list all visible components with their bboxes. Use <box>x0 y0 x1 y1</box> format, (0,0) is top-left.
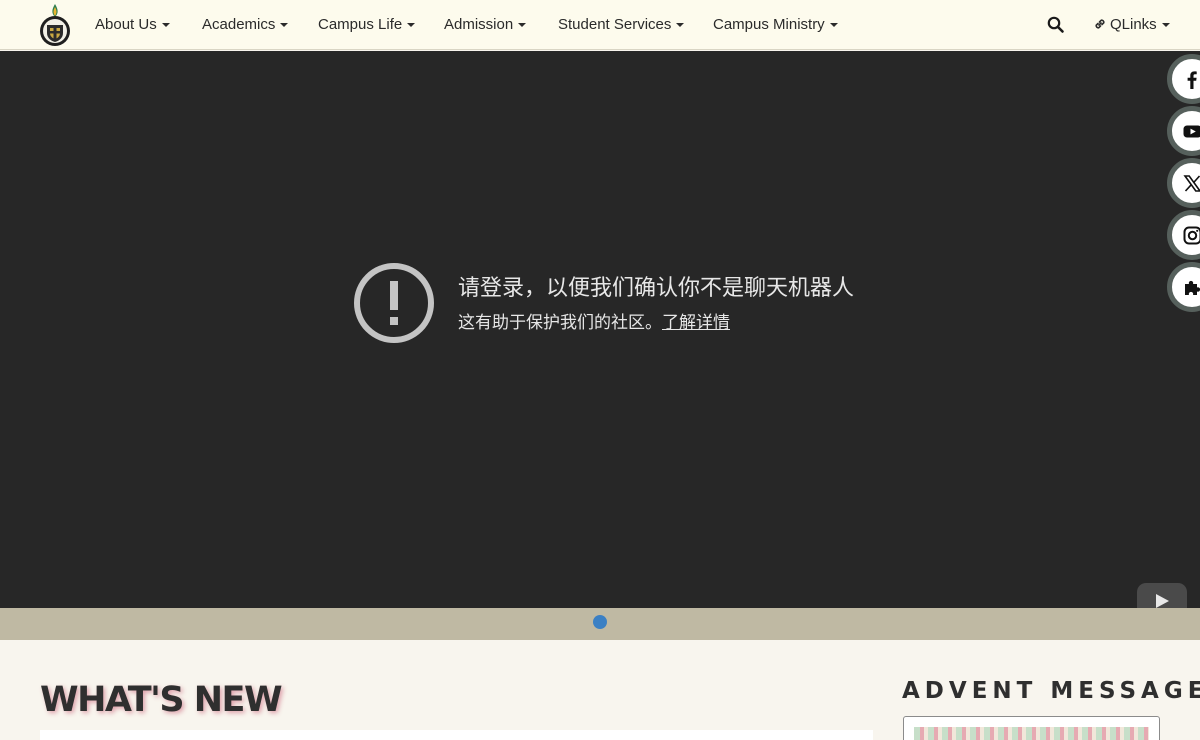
caret-down-icon <box>1161 23 1170 28</box>
nav-item-academics[interactable]: Academics <box>202 0 289 50</box>
facebook-icon <box>1187 71 1197 89</box>
nav-item-campus-life[interactable]: Campus Life <box>318 0 416 50</box>
nav-item-label: About Us <box>95 16 157 33</box>
advent-message-image <box>914 727 1149 740</box>
caret-down-icon <box>161 23 170 28</box>
caret-down-icon <box>676 23 685 28</box>
instagram-icon <box>1183 226 1200 245</box>
video-embed[interactable]: 请登录，以便我们确认你不是聊天机器人 这有助于保护我们的社区。了解详情 <box>0 51 1200 619</box>
puzzle-icon <box>1185 280 1200 295</box>
nav-item-campus-ministry[interactable]: Campus Ministry <box>713 0 838 50</box>
nav-item-admission[interactable]: Admission <box>444 0 527 50</box>
nav-item-label: Student Services <box>558 16 672 33</box>
nav-item-label: Campus Ministry <box>713 16 825 33</box>
advent-message-heading: ADVENT MESSAGE <box>902 678 1200 704</box>
caret-down-icon <box>280 23 289 28</box>
carousel-dot-active[interactable] <box>593 615 607 629</box>
qlinks-dropdown[interactable]: QLinks <box>1093 0 1170 50</box>
nav-item-label: Campus Life <box>318 16 403 33</box>
link-icon <box>1095 19 1105 29</box>
nav-item-label: Academics <box>202 16 276 33</box>
news-panel <box>40 730 873 740</box>
error-subtitle: 这有助于保护我们的社区。了解详情 <box>458 308 730 333</box>
nav-item-student-services[interactable]: Student Services <box>558 0 685 50</box>
error-title: 请登录，以便我们确认你不是聊天机器人 <box>458 276 855 301</box>
nav-item-label: Admission <box>444 16 514 33</box>
alert-circle-icon <box>354 263 434 343</box>
qlinks-label: QLinks <box>1110 16 1157 33</box>
advent-message-card[interactable] <box>903 716 1160 740</box>
nav-item-about-us[interactable]: About Us <box>95 0 170 50</box>
learn-more-link[interactable]: 了解详情 <box>662 313 730 333</box>
x-icon <box>1183 175 1200 192</box>
error-subtitle-text: 这有助于保护我们的社区。 <box>458 313 662 333</box>
caret-down-icon <box>407 23 416 28</box>
carousel-indicators <box>0 608 1200 640</box>
top-navbar: About Us Academics Campus Life Admission… <box>0 0 1200 50</box>
youtube-icon <box>1183 125 1200 138</box>
whats-new-heading: WHAT'S NEW <box>40 680 283 720</box>
search-button[interactable] <box>1046 15 1066 35</box>
school-logo[interactable] <box>36 3 74 47</box>
caret-down-icon <box>829 23 838 28</box>
caret-down-icon <box>518 23 527 28</box>
search-icon <box>1047 16 1064 33</box>
